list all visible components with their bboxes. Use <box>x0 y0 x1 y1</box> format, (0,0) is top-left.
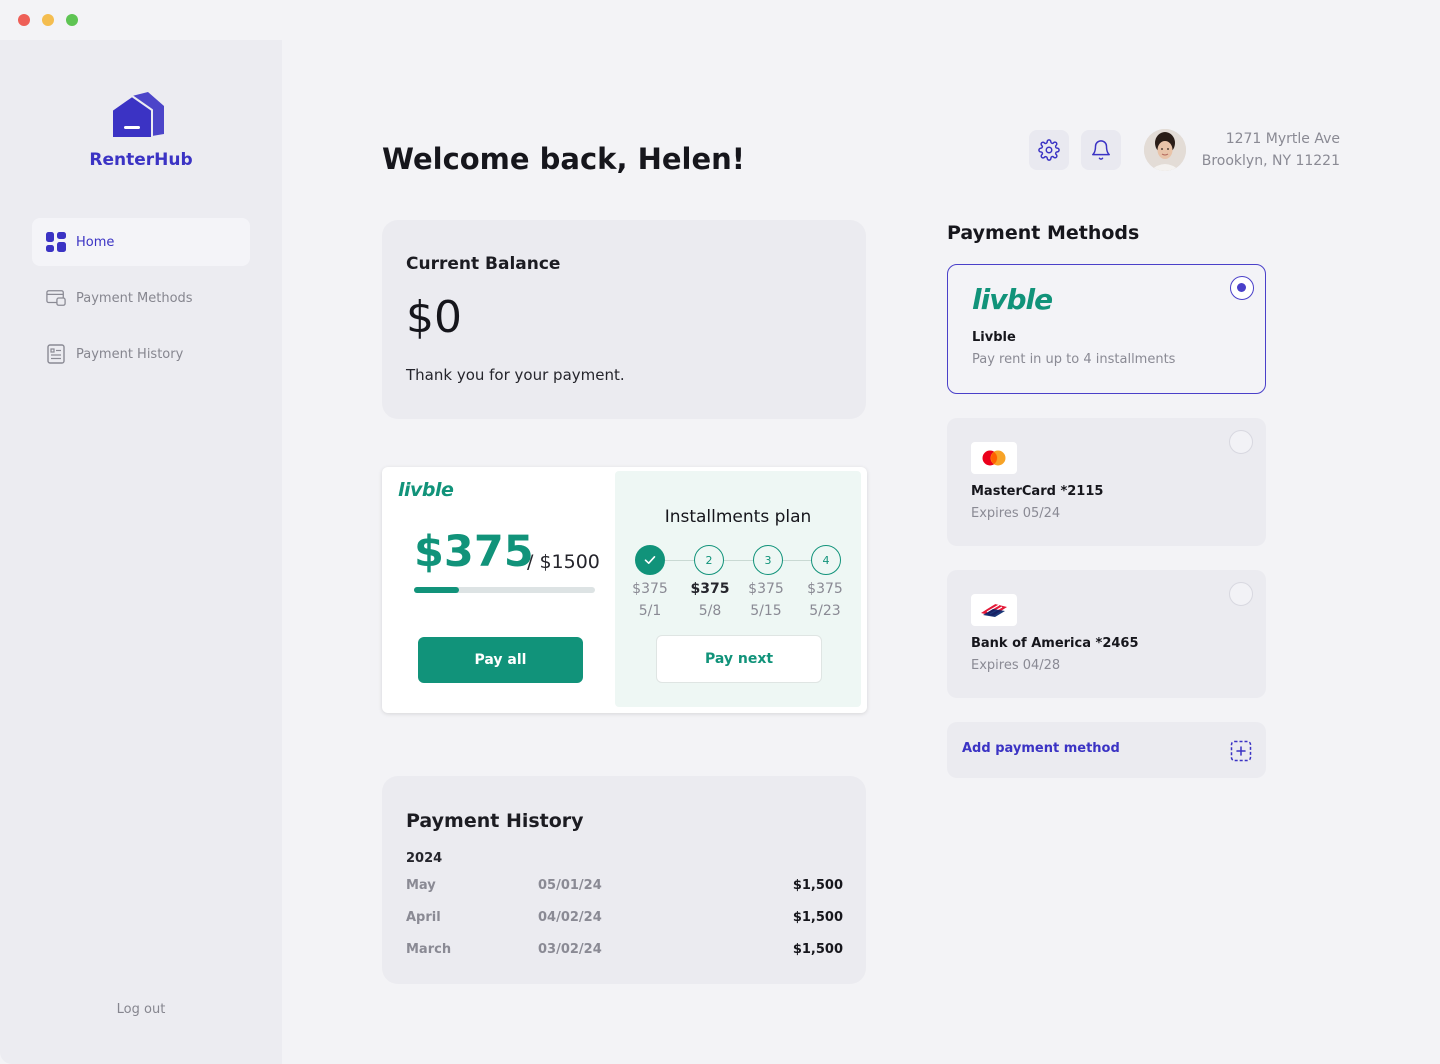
history-month: April <box>406 910 441 925</box>
sidebar-item-label: Payment Methods <box>76 290 193 306</box>
installment-step-3: 3 <box>753 545 783 575</box>
user-photo <box>1144 129 1186 171</box>
payment-method-radio[interactable] <box>1229 582 1253 606</box>
payment-progress-fill <box>414 587 460 593</box>
step-amount: $375 <box>690 581 730 597</box>
history-date: 05/01/24 <box>538 878 602 893</box>
settings-button[interactable] <box>1029 130 1069 170</box>
add-payment-method-button[interactable]: Add payment method <box>947 722 1266 778</box>
livble-logo: livble <box>398 479 454 501</box>
bank-of-america-icon <box>971 594 1017 626</box>
step-date: 5/23 <box>809 603 841 619</box>
payment-method-name: Livble <box>972 330 1016 345</box>
address-line-2: Brooklyn, NY 11221 <box>1201 153 1340 169</box>
step-date: 5/1 <box>638 603 662 619</box>
history-row[interactable]: April 04/02/24 $1,500 <box>406 910 843 930</box>
mastercard-icon <box>971 442 1017 474</box>
installment-total: / $1500 <box>527 551 600 573</box>
add-payment-method-label: Add payment method <box>962 741 1120 756</box>
title-bar <box>0 0 1440 40</box>
history-amount: $1,500 <box>792 910 843 925</box>
sidebar-item-payment-history[interactable]: Payment History <box>32 330 250 378</box>
history-month: March <box>406 942 452 957</box>
payment-method-subtitle: Expires 05/24 <box>971 506 1061 521</box>
history-date: 03/02/24 <box>538 942 602 957</box>
plan-title: Installments plan <box>664 507 812 527</box>
payment-method-radio[interactable] <box>1230 276 1254 300</box>
payment-method-name: MasterCard *2115 <box>971 484 1104 499</box>
payment-method-subtitle: Pay rent in up to 4 installments <box>972 352 1176 367</box>
payment-methods-heading: Payment Methods <box>947 222 1140 244</box>
payment-method-name: Bank of America *2465 <box>971 636 1139 651</box>
check-icon <box>644 556 656 564</box>
avatar[interactable] <box>1144 129 1186 171</box>
payment-progress-bar <box>414 587 595 593</box>
pay-all-button[interactable]: Pay all <box>418 637 583 683</box>
installment-step-1 <box>635 545 665 575</box>
sidebar-item-home[interactable]: Home <box>32 218 250 266</box>
step-date: 5/8 <box>698 603 722 619</box>
payment-method-bank-of-america[interactable]: Bank of America *2465 Expires 04/28 <box>947 570 1266 698</box>
history-row[interactable]: May 05/01/24 $1,500 <box>406 878 843 898</box>
history-row[interactable]: March 03/02/24 $1,500 <box>406 942 843 962</box>
notifications-button[interactable] <box>1081 130 1121 170</box>
payment-method-mastercard[interactable]: MasterCard *2115 Expires 05/24 <box>947 418 1266 546</box>
maximize-window-button[interactable] <box>66 14 78 26</box>
card-icon <box>46 288 66 308</box>
history-amount: $1,500 <box>792 878 843 893</box>
history-year: 2024 <box>406 851 443 866</box>
payment-method-subtitle: Expires 04/28 <box>971 658 1061 673</box>
minimize-window-button[interactable] <box>42 14 54 26</box>
step-amount: $375 <box>807 581 843 597</box>
current-balance-card: Current Balance $0 Thank you for your pa… <box>382 220 866 419</box>
app-window: RenterHub Home Payment Methods Payment H… <box>0 0 1440 1064</box>
balance-note: Thank you for your payment. <box>406 366 625 384</box>
payment-history-card: Payment History 2024 May 05/01/24 $1,500… <box>382 776 866 984</box>
step-date: 5/15 <box>750 603 782 619</box>
sidebar-item-payment-methods[interactable]: Payment Methods <box>32 274 250 322</box>
page-title: Welcome back, Helen! <box>382 142 745 176</box>
step-amount: $375 <box>748 581 784 597</box>
dashboard-icon <box>46 232 66 252</box>
balance-value: $0 <box>406 292 462 343</box>
user-address: 1271 Myrtle Ave Brooklyn, NY 11221 <box>1190 128 1340 172</box>
installments-plan-panel: Installments plan 2 3 4 $375 $375 $375 $… <box>615 471 861 707</box>
history-date: 04/02/24 <box>538 910 602 925</box>
installment-step-4: 4 <box>811 545 841 575</box>
plan-timeline-line <box>650 560 826 561</box>
sidebar-item-label: Home <box>76 234 115 250</box>
payment-method-radio[interactable] <box>1229 430 1253 454</box>
livble-logo: livble <box>972 283 1053 316</box>
sidebar: RenterHub Home Payment Methods Payment H… <box>0 40 282 1064</box>
add-icon <box>1230 740 1252 762</box>
history-amount: $1,500 <box>792 942 843 957</box>
house-logo-icon <box>111 92 164 139</box>
close-window-button[interactable] <box>18 14 30 26</box>
step-amount: $375 <box>632 581 668 597</box>
payment-method-livble[interactable]: livble Livble Pay rent in up to 4 instal… <box>947 264 1266 394</box>
address-line-1: 1271 Myrtle Ave <box>1225 131 1340 147</box>
installment-step-2: 2 <box>694 545 724 575</box>
logout-button[interactable]: Log out <box>0 1002 282 1017</box>
history-month: May <box>406 878 436 893</box>
history-title: Payment History <box>406 810 584 832</box>
receipt-icon <box>46 344 66 364</box>
sidebar-item-label: Payment History <box>76 346 184 362</box>
app-name: RenterHub <box>89 150 193 170</box>
pay-next-button[interactable]: Pay next <box>656 635 822 683</box>
gear-icon <box>1038 139 1060 161</box>
installment-amount: $375 <box>414 527 534 577</box>
bell-icon <box>1092 140 1110 160</box>
livble-installments-card: livble $375 / $1500 Pay all Installments… <box>382 467 867 713</box>
balance-title: Current Balance <box>406 254 561 274</box>
